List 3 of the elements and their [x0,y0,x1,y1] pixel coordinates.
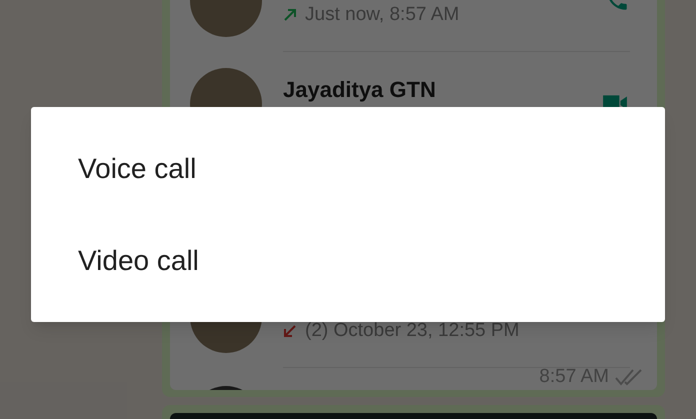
menu-option[interactable]: Voice call [31,122,665,214]
menu-option[interactable]: Video call [31,214,665,306]
contact-name: Jayaditya GTN [283,76,437,103]
